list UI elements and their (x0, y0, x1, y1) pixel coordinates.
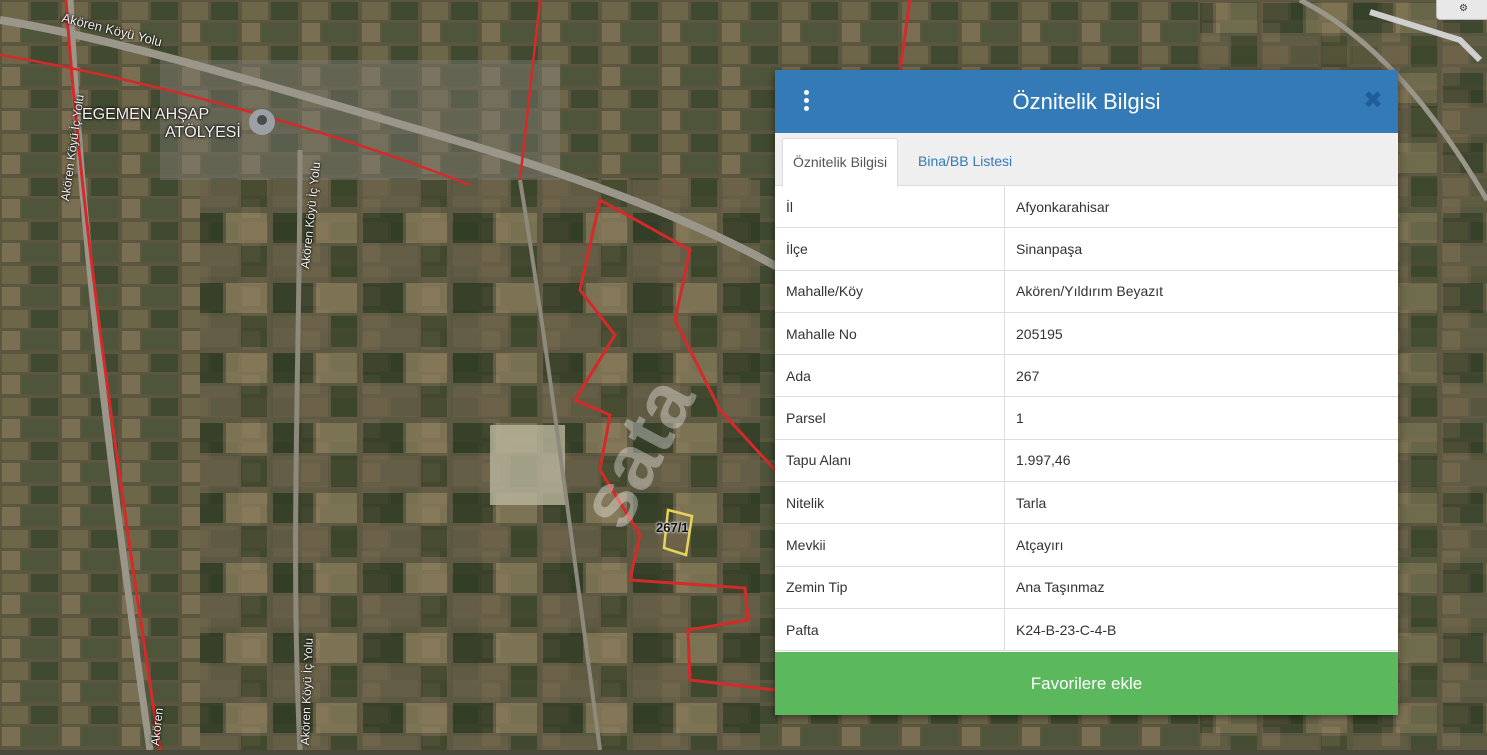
attribute-value: Atçayırı (1004, 523, 1398, 567)
tab-building-list[interactable]: Bina/BB Listesi (908, 138, 1022, 185)
poi-label-line2: ATÖLYESİ (165, 124, 241, 141)
table-row: İl Afyonkarahisar (775, 186, 1398, 229)
table-row: İlçe Sinanpaşa (775, 227, 1398, 271)
table-row: Ada 267 (775, 354, 1398, 398)
attribute-key: Zemin Tip (775, 566, 1005, 609)
attribute-value: Tarla (1004, 481, 1398, 525)
attribute-key: Tapu Alanı (775, 439, 1005, 483)
table-row: Mevkii Atçayırı (775, 523, 1398, 567)
poi-label-line1: EGEMEN AHŞAP (82, 106, 210, 123)
attribute-key: Mahalle/Köy (775, 270, 1005, 313)
attribute-value: K24-B-23-C-4-B (1004, 608, 1398, 652)
panel-tabs: Öznitelik Bilgisi Bina/BB Listesi (775, 133, 1398, 187)
panel-header: Öznitelik Bilgisi ✖ (775, 70, 1398, 133)
attribute-key: Parsel (775, 396, 1005, 440)
attribute-key: Pafta (775, 608, 1005, 652)
attribute-value: Afyonkarahisar (1004, 186, 1398, 229)
attribute-key: Mahalle No (775, 312, 1005, 356)
table-row: Mahalle/Köy Akören/Yıldırım Beyazıt (775, 270, 1398, 313)
panel-title: Öznitelik Bilgisi (1012, 89, 1161, 114)
tab-attribute-info[interactable]: Öznitelik Bilgisi (782, 138, 899, 187)
table-row: Tapu Alanı 1.997,46 (775, 439, 1398, 483)
add-to-favorites-button[interactable]: Favorilere ekle (775, 652, 1398, 715)
close-icon[interactable]: ✖ (1362, 88, 1384, 112)
attribute-info-panel: Öznitelik Bilgisi ✖ Öznitelik Bilgisi Bi… (775, 70, 1398, 715)
attribute-value: 267 (1004, 354, 1398, 398)
settings-icon: ⚙ (1459, 3, 1468, 14)
attribute-value: 1.997,46 (1004, 439, 1398, 483)
table-row: Pafta K24-B-23-C-4-B (775, 608, 1398, 652)
attribute-value: Ana Taşınmaz (1004, 566, 1398, 609)
attribute-key: İlçe (775, 227, 1005, 271)
attribute-key: Mevkii (775, 523, 1005, 567)
parcel-label[interactable]: 267/1 (656, 520, 689, 535)
attribute-table: İl Afyonkarahisar İlçe Sinanpaşa Mahalle/Köy… (775, 186, 1398, 652)
attribute-value: 205195 (1004, 312, 1398, 356)
attribute-value: Sinanpaşa (1004, 227, 1398, 271)
attribute-key: Ada (775, 354, 1005, 398)
table-row: Nitelik Tarla (775, 481, 1398, 525)
table-row: Zemin Tip Ana Taşınmaz (775, 566, 1398, 609)
table-row: Parsel 1 (775, 396, 1398, 440)
table-row: Mahalle No 205195 (775, 312, 1398, 356)
attribute-key: İl (775, 186, 1005, 229)
attribute-value: 1 (1004, 396, 1398, 440)
attribute-key: Nitelik (775, 481, 1005, 525)
attribute-value: Akören/Yıldırım Beyazıt (1004, 270, 1398, 313)
map-control-button[interactable]: ⚙ (1436, 0, 1487, 20)
